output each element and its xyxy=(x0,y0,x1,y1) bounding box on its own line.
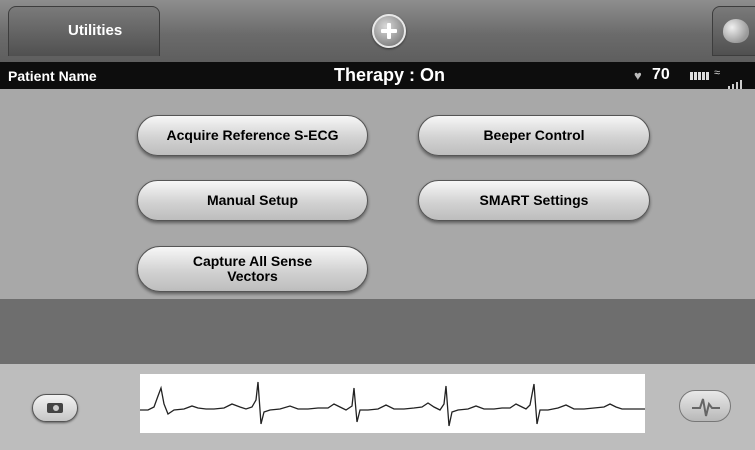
capture-all-sense-vectors-label-line1: Capture All Sense xyxy=(192,252,313,269)
manual-setup-label: Manual Setup xyxy=(206,191,298,208)
status-bar: Patient Name Therapy : On ♥ 70 ≈ xyxy=(0,62,755,89)
battery-icon xyxy=(690,72,710,80)
shock-icon xyxy=(692,398,720,417)
smart-settings-label: SMART Settings xyxy=(479,191,589,208)
device-tab[interactable] xyxy=(712,6,755,56)
capture-all-sense-vectors-button[interactable]: Capture All Sense Vectors xyxy=(137,246,368,292)
device-icon xyxy=(723,19,749,43)
separator-band xyxy=(0,299,755,364)
programmer-screen: Utilities Patient Name Therapy : On ♥ 70… xyxy=(0,0,755,450)
signal-strength-icon xyxy=(728,71,750,89)
smart-settings-button[interactable]: SMART Settings xyxy=(418,180,650,221)
acquire-reference-secg-button[interactable]: Acquire Reference S-ECG xyxy=(137,115,368,156)
top-bar: Utilities xyxy=(0,0,755,62)
wireless-icon: ≈ xyxy=(714,67,721,79)
therapy-status: Therapy : On xyxy=(334,65,446,85)
capture-all-sense-vectors-label-line2: Vectors xyxy=(227,268,278,284)
beeper-control-label: Beeper Control xyxy=(483,126,585,143)
ecg-strip xyxy=(140,374,645,433)
add-button[interactable] xyxy=(372,14,406,48)
heart-icon: ♥ xyxy=(634,68,642,83)
patient-name: Patient Name xyxy=(8,68,97,84)
ecg-waveform xyxy=(140,381,645,427)
plus-icon-stroke xyxy=(387,23,391,39)
shock-button[interactable] xyxy=(679,390,731,422)
heart-rate-value: 70 xyxy=(652,66,670,83)
utilities-panel: Acquire Reference S-ECG Beeper Control M… xyxy=(0,89,755,299)
camera-lens-icon xyxy=(53,405,59,411)
utilities-tab-label: Utilities xyxy=(68,22,123,39)
beeper-control-button[interactable]: Beeper Control xyxy=(418,115,650,156)
acquire-reference-secg-label: Acquire Reference S-ECG xyxy=(166,126,339,143)
ecg-area xyxy=(0,364,755,450)
snapshot-button[interactable] xyxy=(32,394,78,422)
manual-setup-button[interactable]: Manual Setup xyxy=(137,180,368,221)
